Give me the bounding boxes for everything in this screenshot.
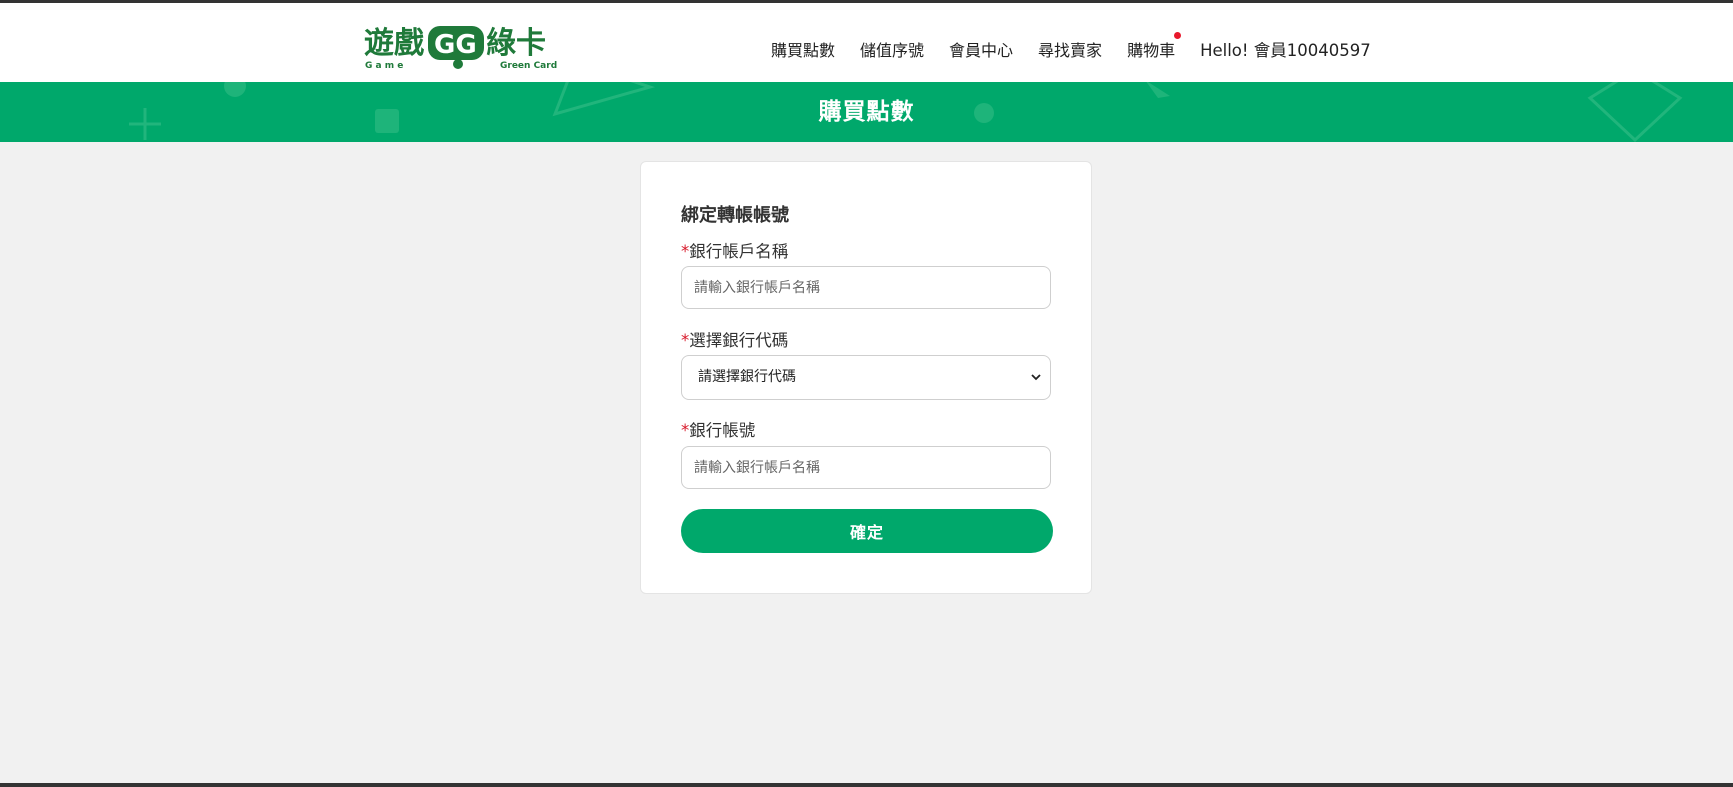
main-nav: 購買點數 儲值序號 會員中心 尋找賣家 購物車 Hello! 會員1004059… bbox=[771, 32, 1371, 61]
nav-cart[interactable]: 購物車 bbox=[1127, 32, 1182, 61]
logo-gg-text: GG bbox=[434, 30, 477, 60]
bank-code-selected: 請選擇銀行代碼 bbox=[698, 369, 796, 385]
logo-main-text: 遊戲 bbox=[364, 26, 424, 61]
bottom-border bbox=[0, 783, 1733, 787]
account-number-label-text: 銀行帳號 bbox=[689, 421, 756, 440]
logo-sub-right: Green Card bbox=[500, 61, 557, 71]
user-greeting[interactable]: Hello! 會員10040597 bbox=[1200, 37, 1371, 61]
required-mark: * bbox=[681, 331, 690, 350]
account-name-label: *銀行帳戶名稱 bbox=[681, 238, 788, 262]
account-number-label: *銀行帳號 bbox=[681, 417, 755, 441]
account-number-input[interactable] bbox=[681, 446, 1051, 489]
logo-card-text: 綠卡 bbox=[486, 26, 546, 61]
account-name-label-text: 銀行帳戶名稱 bbox=[689, 242, 789, 261]
form-title: 綁定轉帳帳號 bbox=[681, 205, 789, 226]
nav-member-center[interactable]: 會員中心 bbox=[949, 37, 1013, 61]
bank-code-select[interactable]: 請選擇銀行代碼 bbox=[681, 355, 1051, 400]
required-mark: * bbox=[681, 421, 690, 440]
nav-buy-points[interactable]: 購買點數 bbox=[771, 37, 835, 61]
logo-dot bbox=[453, 59, 463, 69]
account-name-input[interactable] bbox=[681, 266, 1051, 309]
site-logo[interactable]: 遊戲 GG 綠卡 G a m e Green Card bbox=[364, 21, 568, 71]
bind-account-card: 綁定轉帳帳號 *銀行帳戶名稱 *選擇銀行代碼 請選擇銀行代碼 *銀行帳號 確定 bbox=[640, 161, 1092, 594]
confirm-button[interactable]: 確定 bbox=[681, 509, 1053, 553]
nav-redeem-code[interactable]: 儲值序號 bbox=[860, 37, 924, 61]
site-header: 遊戲 GG 綠卡 G a m e Green Card 購買點數 儲值序號 會員… bbox=[0, 3, 1733, 82]
logo-sub-left: G a m e bbox=[365, 61, 403, 71]
page-title: 購買點數 bbox=[818, 99, 915, 125]
notification-dot-icon bbox=[1174, 32, 1182, 39]
nav-cart-label: 購物車 bbox=[1127, 41, 1176, 60]
bank-code-label-text: 選擇銀行代碼 bbox=[689, 331, 789, 350]
bank-code-label: *選擇銀行代碼 bbox=[681, 327, 788, 351]
chevron-down-icon bbox=[1031, 374, 1041, 381]
required-mark: * bbox=[681, 242, 690, 261]
page-banner: 購買點數 bbox=[0, 82, 1733, 142]
nav-find-seller[interactable]: 尋找賣家 bbox=[1038, 37, 1102, 61]
